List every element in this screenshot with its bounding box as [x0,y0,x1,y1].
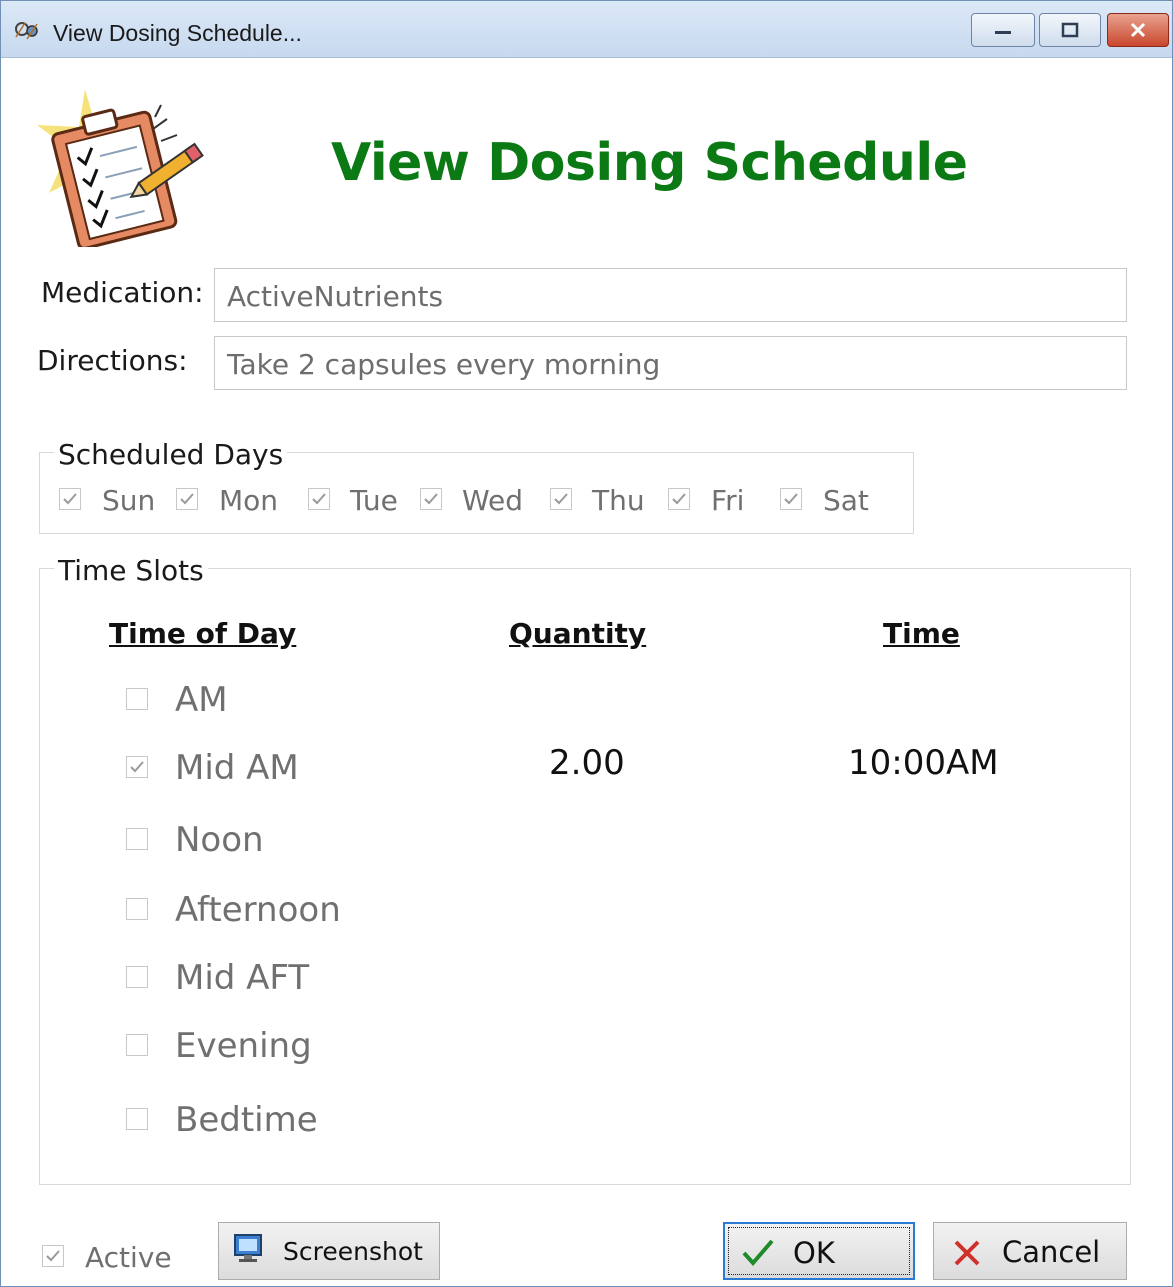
time-slot-time: 10:00AM [848,743,999,783]
directions-label: Directions: [37,344,188,377]
dialog-window: View Dosing Schedule... View Dosing Sche… [0,0,1173,1287]
time-slot-checkbox[interactable] [126,898,148,920]
ok-button[interactable]: OK [723,1222,915,1280]
minimize-button[interactable] [971,13,1035,47]
app-icon [15,22,38,40]
time-of-day-header: Time of Day [109,617,297,650]
checkmark-icon [742,1239,774,1267]
time-slot-label: Mid AFT [175,958,310,998]
window-title: View Dosing Schedule... [53,20,302,46]
checkmark-icon [424,493,438,505]
time-header: Time [883,617,960,650]
day-label: Sun [102,484,156,517]
time-slot-checkbox[interactable] [126,1034,148,1056]
clipboard-checklist-icon [37,89,204,247]
checkmark-icon [180,493,194,505]
title-bar[interactable]: View Dosing Schedule... [1,1,1172,58]
day-checkbox-sun[interactable] [59,488,81,510]
time-slot-checkbox[interactable] [126,688,148,710]
x-icon [954,1240,980,1266]
cancel-button-label: Cancel [1002,1235,1101,1269]
checkmark-icon [554,493,568,505]
day-checkbox-thu[interactable] [550,488,572,510]
active-label: Active [85,1241,172,1274]
medication-value: ActiveNutrients [227,280,444,313]
directions-field[interactable]: Take 2 capsules every morning [214,336,1127,390]
day-label: Fri [711,484,745,517]
quantity-header: Quantity [509,617,647,650]
medication-field[interactable]: ActiveNutrients [214,268,1127,322]
cancel-button[interactable]: Cancel [933,1222,1127,1280]
time-slot-checkbox[interactable] [126,828,148,850]
scheduled-days-legend: Scheduled Days [54,438,288,471]
ok-button-label: OK [793,1236,835,1270]
maximize-icon [1061,22,1079,38]
monitor-icon [234,1234,262,1262]
time-slot-label: AM [175,680,228,720]
close-icon [1130,22,1146,38]
time-slot-label: Noon [175,820,264,860]
day-label: Sat [823,484,869,517]
day-checkbox-tue[interactable] [308,488,330,510]
time-slot-quantity: 2.00 [549,743,625,783]
time-slots-legend: Time Slots [54,554,208,587]
time-slots-group [39,568,1131,1185]
time-slot-label: Mid AM [175,748,299,788]
day-label: Tue [350,484,398,517]
checkmark-icon [46,1250,60,1262]
screenshot-button-label: Screenshot [283,1237,423,1266]
day-label: Wed [462,484,524,517]
day-checkbox-sat[interactable] [780,488,802,510]
day-label: Thu [592,484,645,517]
checkmark-icon [312,493,326,505]
day-checkbox-mon[interactable] [176,488,198,510]
close-button[interactable] [1107,13,1169,47]
checkmark-icon [672,493,686,505]
time-slot-checkbox[interactable] [126,966,148,988]
time-slot-checkbox[interactable] [126,756,148,778]
screenshot-button[interactable]: Screenshot [218,1222,440,1280]
time-slot-checkbox[interactable] [126,1108,148,1130]
checkmark-icon [63,493,77,505]
checkmark-icon [784,493,798,505]
active-checkbox[interactable] [42,1245,64,1267]
page-title: View Dosing Schedule [331,133,968,193]
time-slot-label: Bedtime [175,1100,318,1140]
maximize-button[interactable] [1039,13,1101,47]
day-label: Mon [219,484,279,517]
minimize-icon [995,31,1011,34]
day-checkbox-wed[interactable] [420,488,442,510]
day-checkbox-fri[interactable] [668,488,690,510]
directions-value: Take 2 capsules every morning [227,348,661,381]
checkmark-icon [130,761,144,773]
time-slot-label: Afternoon [175,890,341,930]
time-slot-label: Evening [175,1026,312,1066]
medication-label: Medication: [41,276,204,309]
